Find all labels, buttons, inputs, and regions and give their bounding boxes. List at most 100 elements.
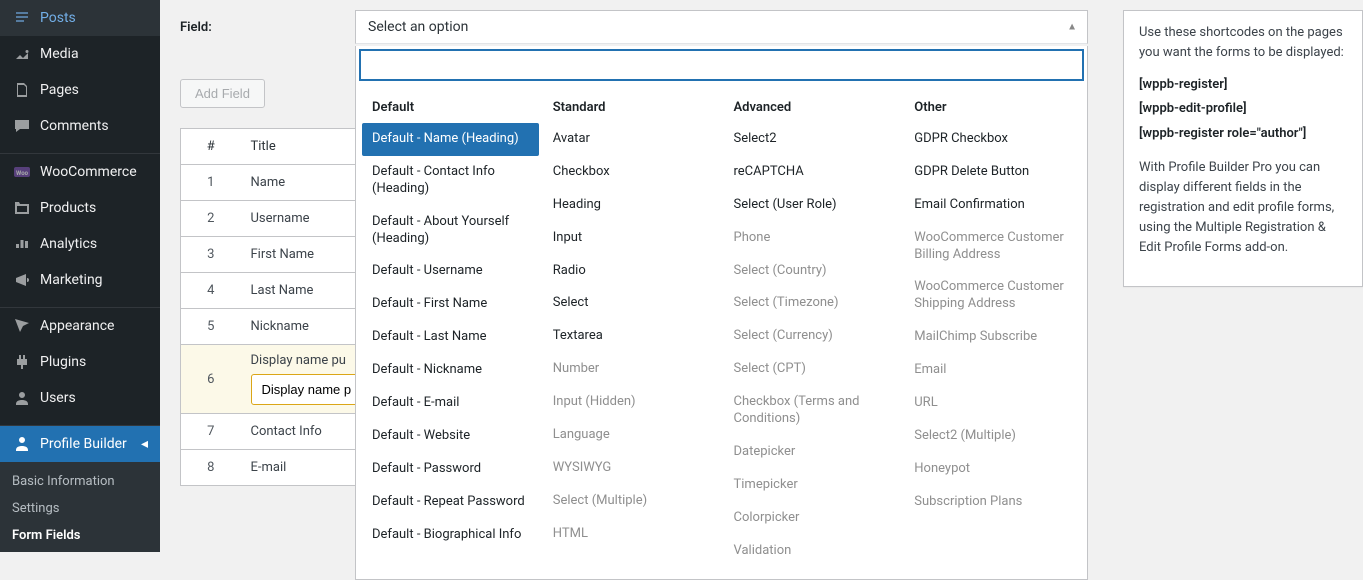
select-option[interactable]: GDPR Delete Button — [904, 156, 1081, 189]
menu-woocommerce[interactable]: WooCommerce — [0, 154, 160, 190]
add-field-button[interactable]: Add Field — [180, 79, 265, 108]
menu-plugins[interactable]: Plugins — [0, 344, 160, 380]
select-option[interactable]: Textarea — [543, 320, 720, 353]
select-option[interactable]: Select2 — [724, 123, 901, 156]
select-option[interactable]: reCAPTCHA — [724, 156, 901, 189]
select-arrow-icon: ▲ — [1067, 22, 1077, 33]
option-group-label: Default — [362, 92, 539, 123]
select-option[interactable]: Avatar — [543, 123, 720, 156]
row-num: 4 — [181, 273, 241, 309]
select-option[interactable]: Default - Website — [362, 420, 539, 453]
select-option[interactable]: Heading — [543, 189, 720, 222]
row-num: 8 — [181, 450, 241, 486]
pages-icon — [12, 80, 32, 100]
select-option: Email — [904, 354, 1081, 387]
select-option: Timepicker — [724, 469, 901, 502]
shortcodes-box: Use these shortcodes on the pages you wa… — [1123, 10, 1363, 287]
select-option: Select (Timezone) — [724, 287, 901, 320]
select-option[interactable]: Default - Username — [362, 255, 539, 288]
submenu-item[interactable]: Basic Information — [0, 468, 160, 495]
select-option: MailChimp Subscribe — [904, 321, 1081, 354]
select-option[interactable]: Default - Name (Heading) — [362, 123, 539, 156]
right-sidebar: Use these shortcodes on the pages you wa… — [1108, 0, 1363, 552]
appearance-icon — [12, 316, 32, 336]
select-dropdown: DefaultDefault - Name (Heading)Default -… — [355, 46, 1088, 580]
menu-label: Users — [40, 390, 76, 406]
select-option[interactable]: Default - First Name — [362, 288, 539, 321]
products-icon — [12, 198, 32, 218]
menu-label: Appearance — [40, 318, 114, 334]
select-option: HTML — [543, 518, 720, 551]
select-placeholder: Select an option — [368, 19, 468, 35]
select-option: Select (Currency) — [724, 320, 901, 353]
select-option[interactable]: Checkbox — [543, 156, 720, 189]
users-icon — [12, 388, 32, 408]
menu-products[interactable]: Products — [0, 190, 160, 226]
select-option[interactable]: Default - Password — [362, 453, 539, 486]
select-option[interactable]: Default - About Yourself (Heading) — [362, 206, 539, 256]
menu-users[interactable]: Users — [0, 380, 160, 416]
shortcode-item: [wppb-register] — [1139, 73, 1347, 97]
main-content: Field: Select an option ▲ DefaultDefault… — [160, 0, 1108, 552]
select-option[interactable]: Default - Repeat Password — [362, 486, 539, 519]
select-option[interactable]: Default - Biographical Info — [362, 519, 539, 552]
select-option: Phone — [724, 222, 901, 255]
posts-icon — [12, 8, 32, 28]
select-option[interactable]: Select (User Role) — [724, 189, 901, 222]
select-option: Datepicker — [724, 436, 901, 469]
select-option: URL — [904, 387, 1081, 420]
media-icon — [12, 44, 32, 64]
row-num: 1 — [181, 165, 241, 201]
menu-label: Marketing — [40, 272, 103, 288]
select-option[interactable]: Default - Contact Info (Heading) — [362, 156, 539, 206]
field-label: Field: — [180, 10, 355, 35]
menu-label: Analytics — [40, 236, 97, 252]
submenu-item[interactable]: Form Fields — [0, 522, 160, 549]
menu-appearance[interactable]: Appearance — [0, 308, 160, 344]
menu-label: Posts — [40, 10, 76, 26]
menu-marketing[interactable]: Marketing — [0, 262, 160, 298]
menu-media[interactable]: Media — [0, 36, 160, 72]
menu-label: Media — [40, 46, 79, 62]
option-group-label: Standard — [543, 92, 720, 123]
shortcode-item: [wppb-register role="author"] — [1139, 122, 1347, 146]
select-option: Input (Hidden) — [543, 386, 720, 419]
menu-comments[interactable]: Comments — [0, 108, 160, 144]
select-option: Checkbox (Terms and Conditions) — [724, 386, 901, 436]
select-selection[interactable]: Select an option ▲ — [355, 10, 1088, 44]
menu-posts[interactable]: Posts — [0, 0, 160, 36]
select-option: Honeypot — [904, 453, 1081, 486]
menu-label: Pages — [40, 82, 79, 98]
menu-label: Plugins — [40, 354, 86, 370]
comments-icon — [12, 116, 32, 136]
admin-sidebar: Posts Media Pages Comments WooCommerceProduc… — [0, 0, 160, 552]
select-option: Colorpicker — [724, 502, 901, 535]
menu-profile-builder[interactable]: Profile Builder◂ — [0, 426, 160, 462]
plugins-icon — [12, 352, 32, 372]
select-option[interactable]: GDPR Checkbox — [904, 123, 1081, 156]
select-option: WYSIWYG — [543, 452, 720, 485]
select-option[interactable]: Default - E-mail — [362, 387, 539, 420]
row-num: 3 — [181, 237, 241, 273]
select-option[interactable]: Email Confirmation — [904, 189, 1081, 222]
field-select[interactable]: Select an option ▲ DefaultDefault - Name… — [355, 10, 1088, 44]
select-option[interactable]: Default - Nickname — [362, 354, 539, 387]
option-group-label: Advanced — [724, 92, 901, 123]
menu-analytics[interactable]: Analytics — [0, 226, 160, 262]
profile-builder-icon — [12, 434, 32, 454]
select-search-input[interactable] — [360, 50, 1083, 80]
analytics-icon — [12, 234, 32, 254]
option-group-label: Other — [904, 92, 1081, 123]
row-num: 5 — [181, 309, 241, 345]
option-group: StandardAvatarCheckboxHeadingInputRadioS… — [541, 92, 722, 567]
select-option[interactable]: Select — [543, 287, 720, 320]
select-option: Validation — [724, 535, 901, 568]
select-option: WooCommerce Customer Billing Address — [904, 222, 1081, 272]
option-group: OtherGDPR CheckboxGDPR Delete ButtonEmai… — [902, 92, 1083, 567]
select-option[interactable]: Input — [543, 222, 720, 255]
menu-label: Profile Builder — [40, 436, 127, 452]
select-option[interactable]: Default - Last Name — [362, 321, 539, 354]
select-option[interactable]: Radio — [543, 255, 720, 288]
menu-pages[interactable]: Pages — [0, 72, 160, 108]
submenu-item[interactable]: Settings — [0, 495, 160, 522]
